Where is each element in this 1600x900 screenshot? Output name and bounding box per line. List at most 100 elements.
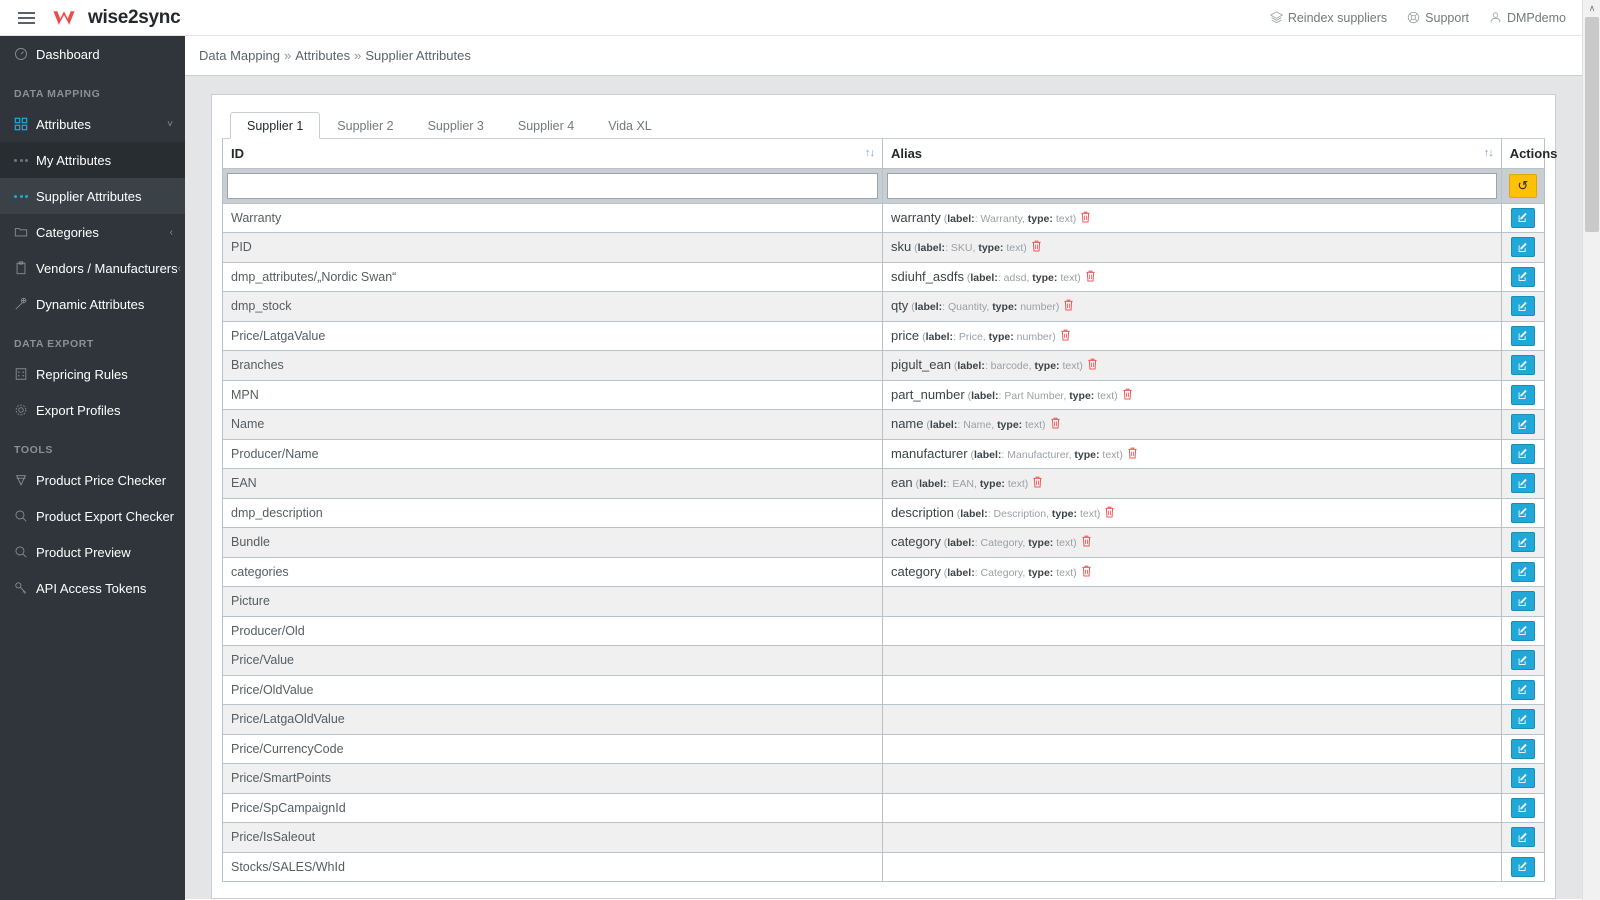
clipboard-icon bbox=[14, 261, 36, 275]
delete-alias-icon[interactable] bbox=[1050, 417, 1061, 432]
table-row: Warranty warranty (label:: Warranty, type… bbox=[222, 202, 1546, 233]
delete-alias-icon[interactable] bbox=[1127, 447, 1138, 462]
chevron-left-icon: ‹ bbox=[169, 226, 173, 238]
edit-row-button[interactable] bbox=[1510, 473, 1535, 494]
edit-row-button[interactable] bbox=[1510, 738, 1535, 759]
edit-row-button[interactable] bbox=[1510, 325, 1535, 346]
hamburger-icon[interactable] bbox=[8, 0, 44, 36]
edit-row-button[interactable] bbox=[1510, 591, 1535, 612]
edit-row-button[interactable] bbox=[1510, 827, 1535, 848]
breadcrumb-item-attributes[interactable]: Attributes bbox=[295, 48, 350, 63]
delete-alias-icon[interactable] bbox=[1081, 565, 1092, 580]
edit-row-button[interactable] bbox=[1510, 207, 1535, 228]
edit-icon bbox=[1518, 331, 1527, 341]
tab-supplier-3[interactable]: Supplier 3 bbox=[411, 112, 501, 140]
alias-name-text: sdiuhf_asdfs bbox=[890, 268, 964, 284]
delete-alias-icon[interactable] bbox=[1032, 476, 1043, 491]
cell-id: Warranty bbox=[222, 202, 883, 233]
sidebar-item-categories[interactable]: Categories ‹ bbox=[0, 214, 185, 250]
delete-alias-icon[interactable] bbox=[1085, 270, 1096, 285]
edit-row-button[interactable] bbox=[1510, 443, 1535, 464]
sidebar-item-repricing-rules[interactable]: Repricing Rules bbox=[0, 356, 185, 392]
sidebar-item-attributes[interactable]: Attributes ˅ bbox=[0, 106, 185, 142]
delete-alias-icon[interactable] bbox=[1031, 240, 1042, 255]
cell-actions bbox=[1500, 350, 1546, 381]
sidebar-item-api-access-tokens[interactable]: API Access Tokens bbox=[0, 570, 185, 606]
reset-filters-button[interactable]: ↺ bbox=[1508, 173, 1537, 198]
alias-filter-input[interactable] bbox=[886, 172, 1497, 199]
sidebar-item-product-export-checker[interactable]: Product Export Checker bbox=[0, 498, 185, 534]
alias-label-value: SKU bbox=[950, 242, 973, 255]
alias-meta-text: (label:: Description, type: text) bbox=[953, 507, 1101, 520]
alias-type-value: text bbox=[1006, 242, 1024, 255]
tab-vida-xl[interactable]: Vida XL bbox=[591, 112, 669, 140]
edit-row-button[interactable] bbox=[1510, 266, 1535, 287]
page-scrollbar[interactable]: ∧ bbox=[1582, 0, 1600, 900]
tab-supplier-1[interactable]: Supplier 1 bbox=[230, 111, 321, 139]
edit-row-button[interactable] bbox=[1510, 237, 1535, 258]
reindex-suppliers-link[interactable]: Reindex suppliers bbox=[1269, 11, 1387, 25]
table-row: Price/Value bbox=[222, 645, 1546, 676]
alias-name-text: category bbox=[890, 563, 941, 579]
sidebar-item-vendors-manufacturers[interactable]: Vendors / Manufacturers ‹ bbox=[0, 250, 185, 286]
edit-row-button[interactable] bbox=[1510, 709, 1535, 730]
edit-row-button[interactable] bbox=[1510, 856, 1535, 877]
edit-row-button[interactable] bbox=[1510, 502, 1535, 523]
support-link[interactable]: Support bbox=[1407, 11, 1469, 25]
column-header-alias[interactable]: Alias ↑↓ bbox=[881, 139, 1502, 169]
sort-toggle-alias-icon[interactable]: ↑↓ bbox=[1484, 147, 1494, 159]
filter-cell-alias bbox=[881, 167, 1502, 204]
alias-name-text: qty bbox=[890, 298, 909, 314]
sidebar-item-product-preview[interactable]: Product Preview bbox=[0, 534, 185, 570]
tab-supplier-2[interactable]: Supplier 2 bbox=[320, 112, 410, 140]
alias-label-value: EAN bbox=[952, 478, 974, 491]
edit-row-button[interactable] bbox=[1510, 797, 1535, 818]
delete-alias-icon[interactable] bbox=[1081, 535, 1092, 550]
attribute-id-text: Warranty bbox=[231, 210, 282, 225]
delete-alias-icon[interactable] bbox=[1104, 506, 1115, 521]
edit-row-button[interactable] bbox=[1510, 355, 1535, 376]
edit-row-button[interactable] bbox=[1510, 620, 1535, 641]
alias-name-text: pigult_ean bbox=[890, 357, 951, 373]
edit-icon bbox=[1518, 360, 1527, 370]
scrollbar-up-arrow-icon[interactable]: ∧ bbox=[1583, 0, 1600, 17]
edit-row-button[interactable] bbox=[1510, 532, 1535, 553]
sidebar-item-my-attributes[interactable]: My Attributes bbox=[0, 142, 185, 178]
brand-logo[interactable]: wise2sync bbox=[52, 7, 181, 29]
delete-alias-icon[interactable] bbox=[1122, 388, 1133, 403]
edit-row-button[interactable] bbox=[1510, 679, 1535, 700]
delete-alias-icon[interactable] bbox=[1063, 299, 1074, 314]
cell-alias bbox=[881, 763, 1502, 794]
delete-alias-icon[interactable] bbox=[1080, 211, 1091, 226]
sidebar-item-dashboard[interactable]: Dashboard bbox=[0, 36, 185, 72]
sidebar-item-supplier-attributes[interactable]: Supplier Attributes bbox=[0, 178, 185, 214]
alias-label-value: Name bbox=[963, 419, 992, 432]
edit-row-button[interactable] bbox=[1510, 384, 1535, 405]
cell-alias: part_number (label:: Part Number, type: … bbox=[881, 379, 1502, 410]
id-filter-input[interactable] bbox=[227, 172, 878, 199]
sidebar-item-dynamic-attributes[interactable]: Dynamic Attributes bbox=[0, 286, 185, 322]
alias-meta-text: (label:: EAN, type: text) bbox=[912, 478, 1029, 491]
edit-row-button[interactable] bbox=[1510, 414, 1535, 435]
edit-row-button[interactable] bbox=[1510, 296, 1535, 317]
column-header-alias-label: Alias bbox=[890, 145, 923, 161]
sidebar-item-export-profiles[interactable]: Export Profiles bbox=[0, 392, 185, 428]
cell-actions bbox=[1500, 556, 1546, 587]
scrollbar-thumb[interactable] bbox=[1585, 17, 1599, 232]
edit-row-button[interactable] bbox=[1510, 768, 1535, 789]
attribute-id-text: Price/IsSaleout bbox=[231, 830, 316, 845]
delete-alias-icon[interactable] bbox=[1060, 329, 1071, 344]
attribute-id-text: PID bbox=[231, 240, 252, 255]
sort-toggle-id-icon[interactable]: ↑↓ bbox=[865, 147, 875, 159]
edit-row-button[interactable] bbox=[1510, 561, 1535, 582]
cell-id: Price/SpCampaignId bbox=[222, 792, 883, 823]
user-menu[interactable]: DMPdemo bbox=[1489, 11, 1566, 25]
edit-row-button[interactable] bbox=[1510, 650, 1535, 671]
edit-icon bbox=[1518, 390, 1527, 400]
breadcrumb-item-data-mapping[interactable]: Data Mapping bbox=[199, 48, 280, 63]
delete-alias-icon[interactable] bbox=[1087, 358, 1098, 373]
column-header-id[interactable]: ID ↑↓ bbox=[222, 139, 883, 169]
sidebar-item-product-price-checker[interactable]: Product Price Checker bbox=[0, 462, 185, 498]
sidebar-item-product-price-checker-label: Product Price Checker bbox=[36, 472, 167, 488]
tab-supplier-4[interactable]: Supplier 4 bbox=[501, 112, 591, 140]
